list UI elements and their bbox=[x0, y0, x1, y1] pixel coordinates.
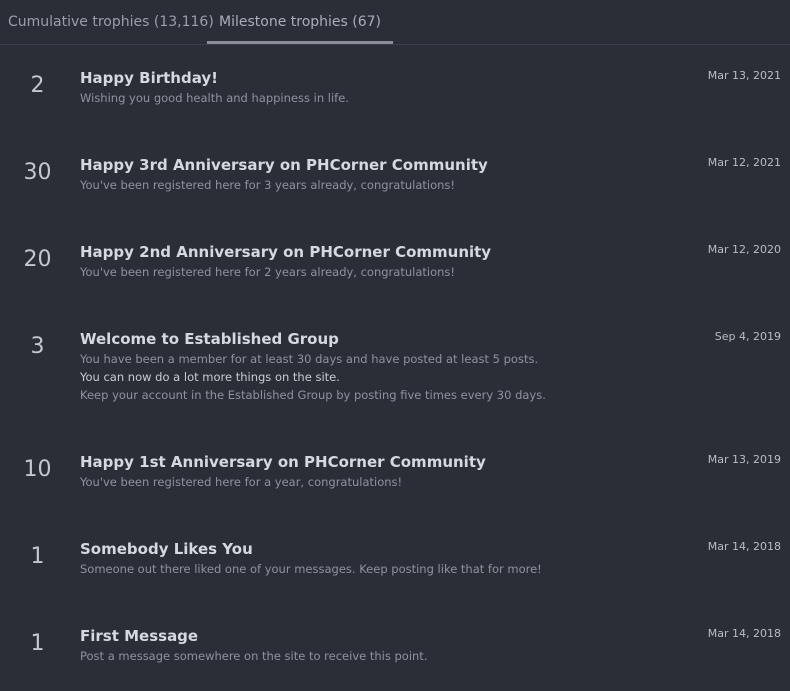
trophy-description-line: You have been a member for at least 30 d… bbox=[80, 352, 539, 366]
trophy-description: You've been registered here for 2 years … bbox=[80, 263, 455, 281]
trophy-title: Happy 3rd Anniversary on PHCorner Commun… bbox=[80, 156, 488, 174]
tab-cumulative-trophies[interactable]: Cumulative trophies (13,116) bbox=[8, 0, 214, 44]
trophy-date: Mar 12, 2021 bbox=[707, 156, 781, 169]
trophy-title: Happy 1st Anniversary on PHCorner Commun… bbox=[80, 453, 486, 471]
trophy-description: You've been registered here for 3 years … bbox=[80, 176, 455, 194]
trophy-points: 30 bbox=[23, 160, 52, 185]
trophy-description-line: You can now do a lot more things on the … bbox=[80, 370, 340, 384]
trophy-points: 1 bbox=[30, 631, 45, 656]
trophy-points: 2 bbox=[30, 73, 45, 98]
tab-milestone-trophies[interactable]: Milestone trophies (67) bbox=[207, 0, 394, 44]
trophy-list: 2 Happy Birthday! Wishing you good healt… bbox=[0, 45, 790, 691]
trophy-date: Mar 12, 2020 bbox=[707, 243, 781, 256]
trophy-date: Mar 13, 2019 bbox=[707, 453, 781, 466]
trophy-description: Someone out there liked one of your mess… bbox=[80, 560, 542, 578]
trophy-points: 20 bbox=[23, 247, 52, 272]
trophy-description: Wishing you good health and happiness in… bbox=[80, 89, 349, 107]
trophy-title: Welcome to Established Group bbox=[80, 330, 339, 348]
trophy-description-line: Someone out there liked one of your mess… bbox=[80, 562, 542, 576]
trophy-date: Mar 13, 2021 bbox=[707, 69, 781, 82]
trophy-title: Happy Birthday! bbox=[80, 69, 218, 87]
trophy-date: Mar 14, 2018 bbox=[707, 540, 781, 553]
trophy-date: Mar 14, 2018 bbox=[707, 627, 781, 640]
trophy-title: Somebody Likes You bbox=[80, 540, 253, 558]
trophy-date: Sep 4, 2019 bbox=[714, 330, 781, 343]
trophy-description-line: Keep your account in the Established Gro… bbox=[80, 388, 546, 402]
trophy-tabs: Cumulative trophies (13,116) Milestone t… bbox=[0, 0, 790, 45]
trophy-description-line: You've been registered here for 3 years … bbox=[80, 178, 456, 192]
trophy-description: You have been a member for at least 30 d… bbox=[80, 350, 546, 404]
trophy-title: Happy 2nd Anniversary on PHCorner Commun… bbox=[80, 243, 492, 261]
trophy-description-line: You've been registered here for 2 years … bbox=[80, 265, 456, 279]
trophy-description-line: Post a message somewhere on the site to … bbox=[80, 649, 428, 663]
trophy-description: Post a message somewhere on the site to … bbox=[80, 647, 427, 665]
trophy-title: First Message bbox=[80, 627, 199, 645]
trophy-points: 10 bbox=[23, 457, 52, 482]
trophy-description-line: You've been registered here for a year, … bbox=[80, 475, 403, 489]
trophy-description-line: Wishing you good health and happiness in… bbox=[80, 91, 349, 105]
trophy-points: 1 bbox=[30, 544, 45, 569]
trophy-points: 3 bbox=[30, 334, 45, 359]
trophy-description: You've been registered here for a year, … bbox=[80, 473, 402, 491]
